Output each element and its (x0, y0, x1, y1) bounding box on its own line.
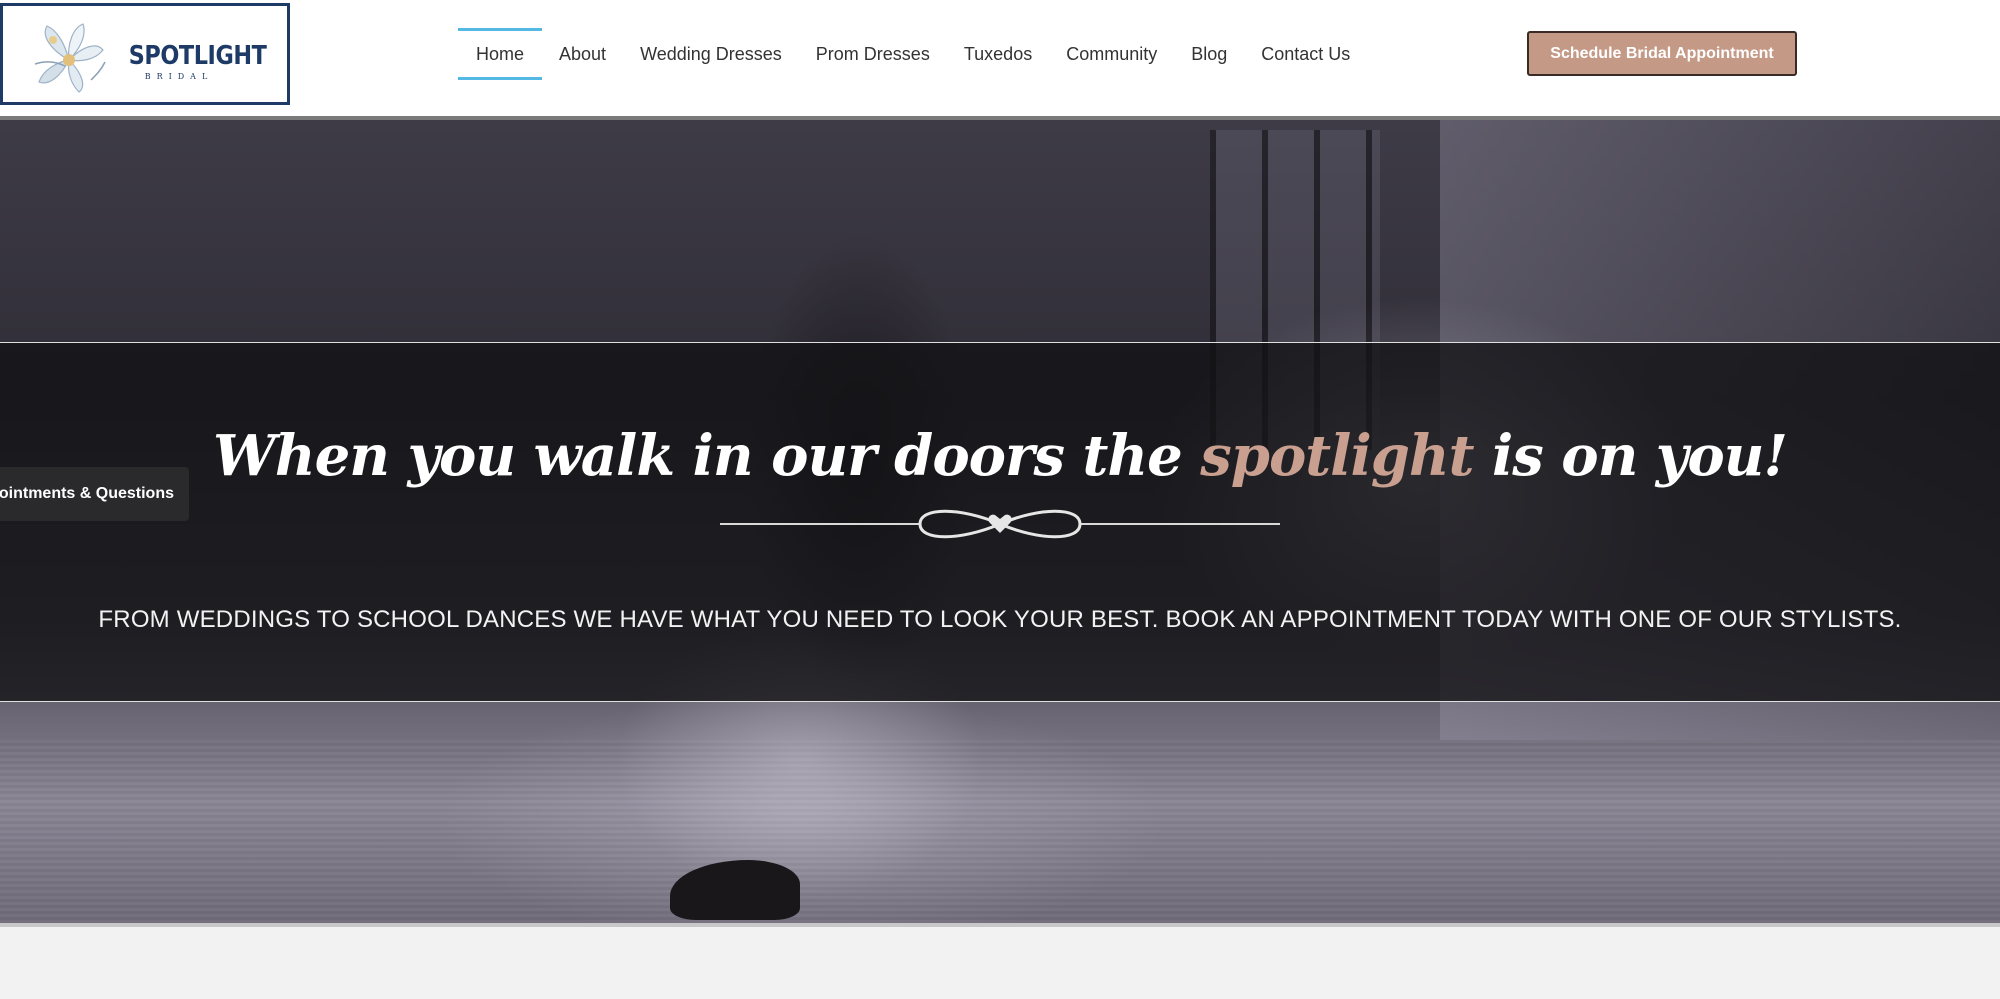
logo-name: SPOTLIGHT (128, 41, 267, 71)
hero-title: When you walk in our doors the spotlight… (213, 423, 1788, 489)
nav-item-community[interactable]: Community (1049, 28, 1174, 80)
nav-item-blog[interactable]: Blog (1174, 28, 1244, 80)
hero-subtitle: FROM WEDDINGS TO SCHOOL DANCES WE HAVE W… (98, 606, 1902, 633)
ornament-divider-icon (720, 509, 1280, 539)
nav-item-contact-us[interactable]: Contact Us (1244, 28, 1367, 80)
hero-section: When you walk in our doors the spotlight… (0, 120, 2000, 923)
nav-item-about[interactable]: About (542, 28, 623, 80)
nav-item-home[interactable]: Home (458, 28, 543, 80)
main-nav: Home About Wedding Dresses Prom Dresses … (458, 28, 1367, 80)
logo-subtitle: BRIDAL (144, 72, 214, 81)
hero-text-band: When you walk in our doors the spotlight… (0, 342, 2000, 702)
nav-item-prom-dresses[interactable]: Prom Dresses (799, 28, 947, 80)
logo[interactable]: SPOTLIGHT BRIDAL (0, 3, 290, 105)
schedule-appointment-button[interactable]: Schedule Bridal Appointment (1527, 31, 1797, 76)
appointments-questions-label: Appointments & Questions (0, 485, 174, 502)
appointments-questions-tab[interactable]: Appointments & Questions (0, 467, 189, 521)
nav-item-tuxedos[interactable]: Tuxedos (947, 28, 1049, 80)
hero-title-accent: spotlight (1200, 423, 1474, 489)
nav-item-wedding-dresses[interactable]: Wedding Dresses (623, 28, 799, 80)
flower-logo-icon (34, 23, 106, 93)
site-header: SPOTLIGHT BRIDAL Home About Wedding Dres… (0, 0, 2000, 116)
hero-bottom-divider (0, 923, 2000, 927)
